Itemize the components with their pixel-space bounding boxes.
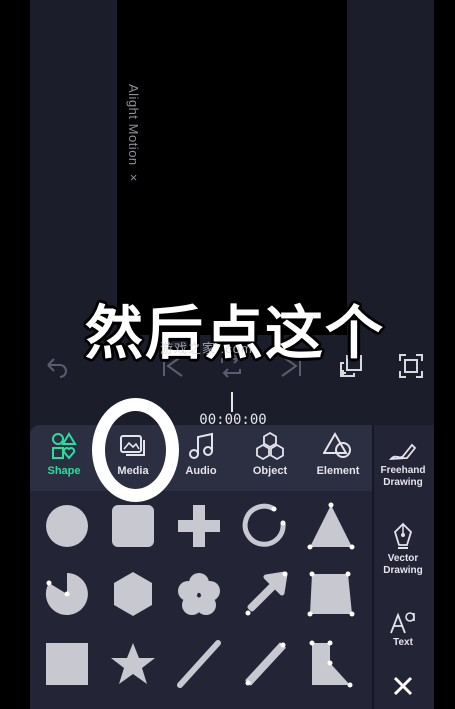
tab-media[interactable]: Media [99,431,167,487]
fit-screen-icon[interactable] [396,351,426,381]
playhead[interactable] [231,392,233,412]
line-shape[interactable] [174,639,224,689]
close-icon [393,676,413,696]
freehand-pen-icon [388,443,417,461]
tab-object-label: Object [252,465,288,477]
tab-element[interactable]: Element [304,431,372,487]
triangle-shape[interactable] [306,501,356,551]
tab-shape[interactable]: Shape [30,431,98,487]
flower-shape[interactable] [174,569,224,619]
trapezoid-shape[interactable] [306,569,356,619]
circle-shape[interactable] [42,501,92,551]
text-aa-icon [390,612,415,634]
drawing-side-column: Freehand Drawing Vector Drawing Text [372,425,434,709]
thick-line-shape[interactable] [240,639,290,689]
layer-type-tabs: Shape Media Audio Object Element [30,425,372,491]
polygon-shape[interactable] [306,639,356,689]
arc-shape[interactable] [240,501,290,551]
freehand-label: Freehand Drawing [380,465,426,488]
app-screen: Alight Motion × 00:00:00 Shape Media Aud… [0,0,455,709]
text-label: Text [393,637,413,648]
tutorial-caption: 然后点这个 [85,299,386,367]
pen-nib-icon [393,522,413,549]
tab-shape-label: Shape [47,465,81,477]
tab-object[interactable]: Object [236,431,304,487]
rounded-square-shape[interactable] [108,501,158,551]
add-layer-panel: Shape Media Audio Object Element Freehan… [30,425,434,709]
shape-grid [30,493,372,709]
undo-icon[interactable] [40,351,70,381]
shape-icon [52,432,77,460]
hexagon-shape[interactable] [108,569,158,619]
canvas-preview[interactable] [117,0,347,335]
text-button[interactable]: Text [372,607,434,649]
canvas-watermark: Alight Motion × [126,84,141,186]
music-note-icon [189,432,213,459]
freehand-drawing-button[interactable]: Freehand Drawing [372,441,434,489]
tab-audio[interactable]: Audio [167,431,235,487]
plus-shape[interactable] [174,501,224,551]
arrow-shape[interactable] [240,569,290,619]
tab-element-label: Element [316,465,360,477]
media-icon [120,435,145,456]
object-icon [256,431,284,461]
tab-audio-label: Audio [185,465,217,477]
square-shape[interactable] [42,639,92,689]
vector-label: Vector Drawing [383,553,423,576]
vector-drawing-button[interactable]: Vector Drawing [372,521,434,577]
element-icon [323,432,351,458]
star-shape[interactable] [108,639,158,689]
tab-media-label: Media [117,465,149,477]
left-edge [0,0,30,709]
pie-shape[interactable] [42,569,92,619]
site-watermark: 游戏之家 .com [160,341,253,356]
close-button[interactable] [372,675,434,697]
